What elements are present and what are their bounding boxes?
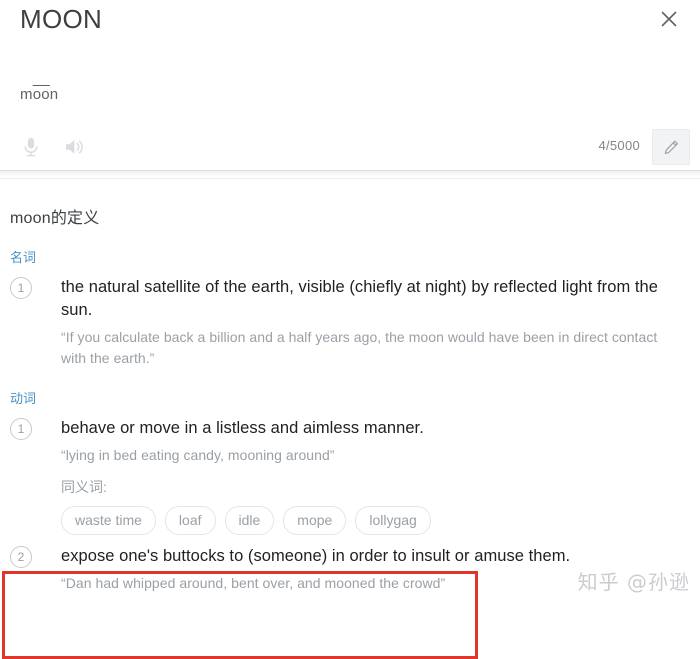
synonym-chip[interactable]: lollygag: [355, 506, 431, 535]
sense-number: 1: [10, 418, 32, 440]
page-title: MOON: [20, 4, 103, 34]
character-counter: 4/5000: [598, 138, 640, 153]
speaker-icon[interactable]: [60, 132, 90, 162]
synonyms-block: 同义词: waste time loaf idle mope lollygag: [0, 466, 700, 535]
respell-prefix: m: [20, 86, 33, 103]
synonym-chip[interactable]: waste time: [61, 506, 156, 535]
definitions-panel: moon的定义 名词 1 the natural satellite of th…: [0, 186, 700, 659]
sense-body: the natural satellite of the earth, visi…: [32, 276, 676, 369]
synonym-chip[interactable]: idle: [224, 506, 275, 535]
sense-definition: the natural satellite of the earth, visi…: [61, 278, 658, 319]
close-icon[interactable]: [652, 2, 686, 36]
word-respelling: moon: [20, 86, 58, 103]
pos-group-verb: 动词 1 behave or move in a listless and ai…: [0, 369, 700, 659]
edit-button[interactable]: [652, 129, 690, 165]
panel-top-border: [0, 178, 700, 179]
sense-definition: behave or move in a listless and aimless…: [61, 419, 424, 437]
sense-definition: expose one's buttocks to (someone) in or…: [61, 547, 571, 565]
sense-number: 1: [10, 277, 32, 299]
header-divider-shadow: [0, 171, 700, 178]
pos-group-noun: 名词 1 the natural satellite of the earth,…: [0, 228, 700, 369]
synonyms-label: 同义词:: [61, 479, 107, 495]
sense-item: 1 the natural satellite of the earth, vi…: [0, 266, 700, 369]
sense-item: 2 expose one's buttocks to (someone) in …: [0, 535, 700, 594]
microphone-icon[interactable]: [16, 132, 46, 162]
dialog-header: MOON: [0, 0, 700, 72]
definitions-heading: moon的定义: [10, 210, 100, 227]
respell-macron: oo: [32, 86, 50, 103]
synonym-chip[interactable]: loaf: [164, 506, 216, 535]
sense-number: 2: [10, 546, 32, 568]
sense-body: behave or move in a listless and aimless…: [32, 417, 676, 466]
pos-label-noun: 名词: [10, 250, 37, 265]
synonyms-chip-list: waste time loaf idle mope lollygag: [61, 506, 700, 535]
sense-example: “If you calculate back a billion and a h…: [61, 329, 658, 366]
sense-example: “lying in bed eating candy, mooning arou…: [61, 447, 335, 463]
sense-example: “Dan had whipped around, bent over, and …: [61, 575, 446, 591]
respell-suffix: n: [49, 86, 59, 103]
synonym-chip[interactable]: mope: [283, 506, 347, 535]
sense-item: 1 behave or move in a listless and aimle…: [0, 407, 700, 466]
sense-body: expose one's buttocks to (someone) in or…: [32, 545, 676, 594]
pos-label-verb: 动词: [10, 391, 37, 406]
